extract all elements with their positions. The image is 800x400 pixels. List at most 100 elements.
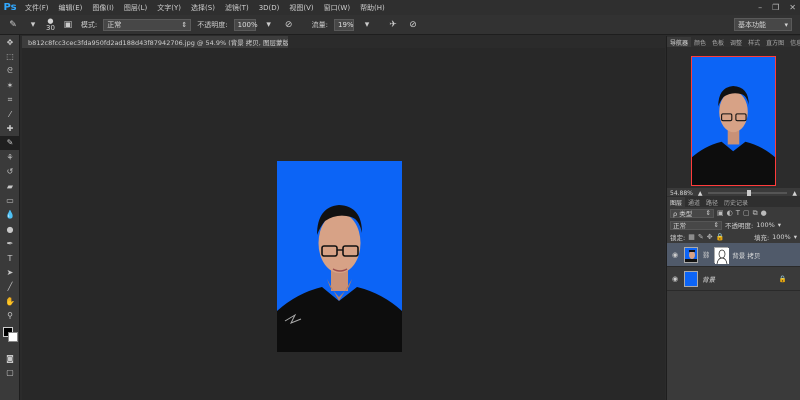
options-bar: ✎ ▾ ● 30 ▣ 模式: 正常 ⇕ 不透明度: 100% ▾ ⊘ 流量: 1…: [0, 15, 800, 35]
lock-pixels-icon[interactable]: ✎: [698, 233, 704, 241]
blur-icon[interactable]: 💧: [0, 208, 20, 222]
dodge-icon[interactable]: ●: [0, 222, 20, 236]
filter-toggle-icon[interactable]: ●: [761, 209, 767, 217]
document-image[interactable]: [277, 161, 402, 352]
color-swatches[interactable]: [0, 323, 19, 351]
filter-type-icon[interactable]: T: [736, 209, 740, 217]
tab-adjustments[interactable]: 调整: [727, 37, 745, 47]
tools-panel: ✥ ⬚ ᘓ ✶ ⌗ ⁄ ✚ ✎ ⚘ ↺ ▰ ▭ 💧 ● ✒ T ➤ ╱ ✋ ⚲ …: [0, 35, 20, 400]
brush-preset-icon[interactable]: ✎: [6, 18, 20, 32]
opacity-input[interactable]: 100%: [233, 18, 258, 31]
document-tab[interactable]: b812c8fcc3cec3fda950fd2ad188d43f87942706…: [22, 36, 288, 48]
brush-size-picker[interactable]: ● 30: [46, 17, 55, 32]
menu-edit[interactable]: 编辑(E): [54, 3, 88, 13]
path-select-icon[interactable]: ➤: [0, 265, 20, 279]
layer-mask-thumbnail[interactable]: [714, 246, 730, 264]
brush-icon[interactable]: ✎: [0, 135, 20, 151]
layer-opacity-value[interactable]: 100%: [756, 221, 775, 229]
pressure-size-icon[interactable]: ⊘: [406, 18, 420, 32]
type-icon[interactable]: T: [0, 251, 20, 265]
stamp-icon[interactable]: ⚘: [0, 150, 20, 164]
menu-layer[interactable]: 图层(L): [119, 3, 152, 13]
brush-panel-icon[interactable]: ▣: [61, 18, 75, 32]
brush-size-value: 30: [46, 23, 55, 32]
menu-help[interactable]: 帮助(H): [355, 3, 390, 13]
pen-icon[interactable]: ✒: [0, 236, 20, 250]
eye-icon[interactable]: ◉: [670, 251, 680, 259]
tab-color[interactable]: 颜色: [691, 37, 709, 47]
eraser-icon[interactable]: ▰: [0, 179, 20, 193]
menu-filter[interactable]: 滤镜(T): [220, 3, 254, 13]
airbrush-icon[interactable]: ✈: [386, 18, 400, 32]
eye-icon[interactable]: ◉: [670, 275, 680, 283]
menu-image[interactable]: 图像(I): [87, 3, 119, 13]
menu-file[interactable]: 文件(F): [20, 3, 54, 13]
navigator-preview[interactable]: [667, 47, 800, 188]
menu-type[interactable]: 文字(Y): [152, 3, 186, 13]
restore-icon[interactable]: ❐: [772, 3, 779, 12]
chevron-down-icon[interactable]: ▾: [778, 221, 781, 229]
layer-item-background-copy[interactable]: ◉ ⛓ 背景 拷贝: [667, 243, 800, 267]
tab-history[interactable]: 历史记录: [721, 197, 751, 207]
menu-view[interactable]: 视图(V): [284, 3, 318, 13]
filter-adjust-icon[interactable]: ◐: [727, 209, 733, 217]
filter-pixel-icon[interactable]: ▣: [717, 209, 724, 217]
canvas-area[interactable]: [22, 48, 665, 400]
tab-navigator[interactable]: 导航器: [667, 37, 692, 47]
tab-styles[interactable]: 样式: [745, 37, 763, 47]
chevron-down-icon[interactable]: ▾: [794, 233, 797, 241]
chevron-down-icon[interactable]: ▾: [262, 18, 276, 32]
menu-window[interactable]: 窗口(W): [319, 3, 355, 13]
chevron-down-icon[interactable]: ▾: [360, 18, 374, 32]
layer-filter-select[interactable]: ρ 类型 ⇕: [670, 208, 714, 218]
layer-item-background[interactable]: ◉ 背景 🔒: [667, 267, 800, 291]
zoom-slider[interactable]: [707, 190, 788, 196]
mode-select[interactable]: 正常 ⇕: [103, 18, 192, 31]
filter-smart-icon[interactable]: ⧉: [753, 209, 758, 218]
workspace-select[interactable]: 基本功能 ▾: [734, 18, 792, 31]
magic-wand-icon[interactable]: ✶: [0, 78, 20, 92]
marquee-icon[interactable]: ⬚: [0, 49, 20, 63]
healing-icon[interactable]: ✚: [0, 121, 20, 135]
screen-mode-icon[interactable]: ▢: [0, 365, 20, 379]
tab-histogram[interactable]: 直方图: [763, 37, 787, 47]
line-icon[interactable]: ╱: [0, 280, 20, 294]
menu-3d[interactable]: 3D(D): [254, 4, 285, 12]
minimize-icon[interactable]: –: [758, 3, 762, 12]
blend-row: 正常 ⇕ 不透明度: 100% ▾: [667, 219, 800, 231]
chevron-down-icon[interactable]: ▾: [26, 18, 40, 32]
lock-transparent-icon[interactable]: ▦: [688, 233, 695, 241]
chain-icon[interactable]: ⛓: [702, 251, 710, 259]
gradient-icon[interactable]: ▭: [0, 193, 20, 207]
lock-row: 锁定: ▦ ✎ ✥ 🔒 填充: 100% ▾: [667, 231, 800, 243]
layer-name[interactable]: 背景 拷贝: [732, 250, 797, 260]
tab-swatches[interactable]: 色板: [709, 37, 727, 47]
history-brush-icon[interactable]: ↺: [0, 165, 20, 179]
fill-label: 填充:: [753, 234, 770, 242]
hand-icon[interactable]: ✋: [0, 294, 20, 308]
quick-mask-icon[interactable]: ◙: [0, 351, 20, 365]
crop-icon[interactable]: ⌗: [0, 93, 20, 107]
close-icon[interactable]: ✕: [789, 3, 796, 12]
lock-all-icon[interactable]: 🔒: [716, 233, 725, 241]
flow-input[interactable]: 19%: [334, 18, 354, 31]
tab-info[interactable]: 信息: [787, 37, 800, 47]
blend-mode-select[interactable]: 正常 ⇕: [670, 220, 722, 230]
tab-channels[interactable]: 通道: [685, 197, 703, 207]
menu-select[interactable]: 选择(S): [186, 3, 220, 13]
lock-position-icon[interactable]: ✥: [707, 233, 713, 241]
eyedropper-icon[interactable]: ⁄: [0, 107, 20, 121]
pressure-opacity-icon[interactable]: ⊘: [282, 18, 296, 32]
tab-paths[interactable]: 路径: [703, 197, 721, 207]
filter-shape-icon[interactable]: ▢: [743, 209, 750, 217]
layer-opacity-label: 不透明度:: [725, 222, 754, 230]
navigator-view-frame[interactable]: [691, 56, 776, 186]
background-color[interactable]: [8, 331, 18, 342]
layers-panel: 图层 通道 路径 历史记录 ρ 类型 ⇕ ▣ ◐ T ▢ ⧉ ● 正常 ⇕ 不透…: [667, 196, 800, 291]
lasso-icon[interactable]: ᘓ: [0, 64, 20, 78]
move-icon[interactable]: ✥: [0, 35, 20, 49]
layer-name[interactable]: 背景: [702, 274, 775, 284]
fill-value[interactable]: 100%: [772, 233, 791, 241]
zoom-icon[interactable]: ⚲: [0, 308, 20, 322]
tab-layers[interactable]: 图层: [667, 197, 686, 207]
